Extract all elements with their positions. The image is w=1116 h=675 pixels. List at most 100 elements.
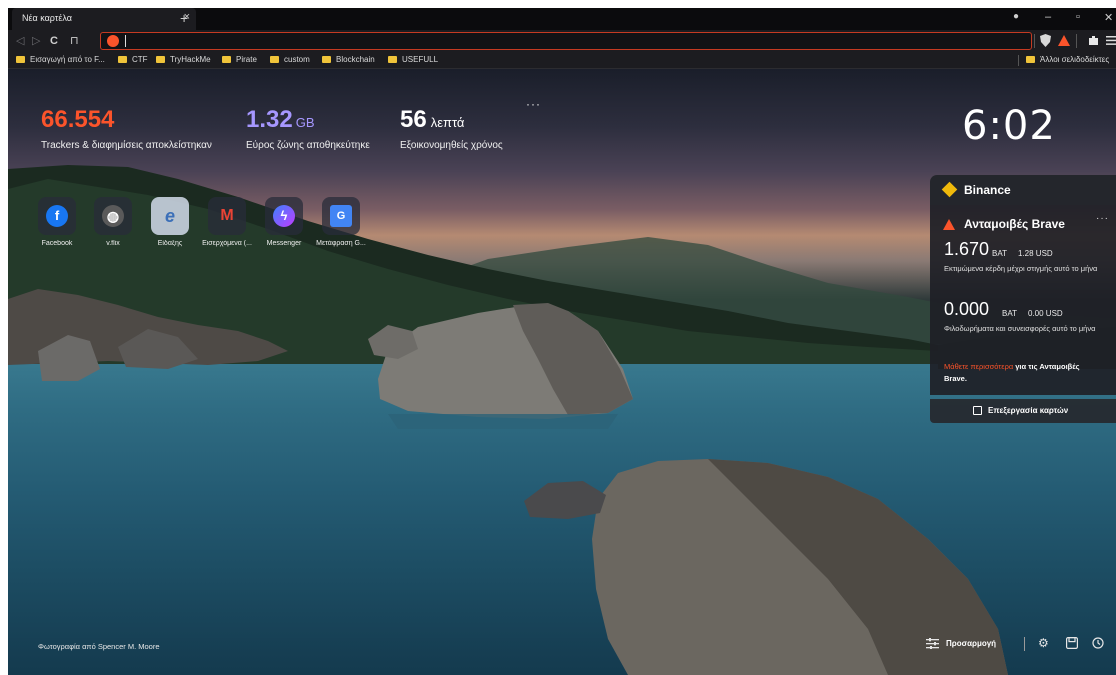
rewards-title: Ανταμοιβές Brave: [964, 217, 1065, 231]
top-site-label: Facebook: [41, 240, 73, 247]
binance-title: Binance: [964, 183, 1011, 197]
brave-lion-icon: [107, 35, 119, 47]
translate-icon: G: [330, 205, 352, 227]
earnings-usd: 1.28 USD: [1018, 249, 1053, 258]
toolbar-divider: [1034, 34, 1035, 48]
top-site-translate[interactable]: G Μετάφραση G...: [312, 197, 370, 247]
bookmark-label: CTF: [132, 55, 148, 64]
bookmarks-bar: Εισαγωγή από το F... CTF TryHackMe Pirat…: [8, 52, 1116, 69]
globe-icon: ◍: [102, 205, 124, 227]
binance-card[interactable]: Binance: [930, 175, 1116, 205]
top-site-messenger[interactable]: ϟ Messenger: [255, 197, 313, 247]
bookmark-folder[interactable]: Blockchain: [322, 55, 375, 64]
title-bar: Νέα καρτέλα × + ● – ▫ ✕: [8, 8, 1116, 30]
bookmark-folder[interactable]: Εισαγωγή από το F...: [16, 55, 105, 64]
tips-description: Φιλοδωρήματα και συνεισφορές αυτό το μήν…: [944, 324, 1096, 333]
top-site-eidaxis[interactable]: e Είδαξης: [141, 197, 199, 247]
tips-usd: 0.00 USD: [1028, 309, 1063, 318]
folder-icon: [222, 56, 231, 63]
gmail-icon: M: [220, 207, 234, 224]
messenger-icon: ϟ: [273, 205, 295, 227]
close-window-button[interactable]: ✕: [1104, 11, 1113, 24]
stats-more-icon[interactable]: ···: [526, 97, 541, 111]
tab-title: Νέα καρτέλα: [22, 13, 72, 23]
binance-logo-icon: [941, 181, 958, 198]
e-logo-icon: e: [164, 206, 175, 226]
top-site-tile[interactable]: f: [38, 197, 76, 235]
top-site-tile[interactable]: M: [208, 197, 246, 235]
earnings-value: 1.670: [944, 239, 990, 259]
reload-button[interactable]: C: [50, 34, 58, 48]
folder-icon: [270, 56, 279, 63]
new-tab-page: 66.554 Trackers & διαφημίσεις αποκλείστη…: [8, 69, 1116, 675]
edit-cards-button[interactable]: Επεξεργασία καρτών: [930, 399, 1116, 423]
time-saved-count: 56 λεπτά: [400, 107, 464, 136]
footer-divider: [1024, 637, 1025, 651]
top-site-label: Εισερχόμενα (...: [202, 240, 252, 247]
bookmark-folder[interactable]: USEFULL: [388, 55, 438, 64]
top-site-label: Είδαξης: [157, 240, 183, 247]
bookmark-folder[interactable]: custom: [270, 55, 310, 64]
time-saved-unit: λεπτά: [430, 115, 465, 130]
gear-icon[interactable]: ⚙: [1038, 635, 1049, 651]
time-saved-label: Εξοικονομηθείς χρόνος: [400, 140, 503, 151]
other-bookmarks-label: Άλλοι σελιδοδείκτες: [1040, 55, 1110, 64]
new-tab-button[interactable]: +: [180, 9, 188, 27]
learn-more-link[interactable]: Μάθετε περισσότερα: [944, 362, 1013, 371]
bookmark-label: custom: [284, 55, 310, 64]
profile-icon[interactable]: ●: [1013, 11, 1019, 22]
bookmark-icon[interactable]: [1066, 637, 1078, 649]
bookmark-label: Pirate: [236, 55, 257, 64]
navigation-toolbar: ◁ ▷ C ⊓: [8, 30, 1116, 52]
brave-rewards-icon: [943, 219, 955, 230]
customize-icon[interactable]: [926, 638, 939, 649]
tab-new-tab[interactable]: Νέα καρτέλα ×: [12, 8, 196, 30]
other-bookmarks-folder[interactable]: Άλλοι σελιδοδείκτες: [1026, 55, 1109, 64]
folder-icon: [16, 56, 25, 63]
folder-icon: [322, 56, 331, 63]
top-site-tile[interactable]: e: [151, 197, 189, 235]
top-site-gmail[interactable]: M Εισερχόμενα (...: [198, 197, 256, 247]
top-site-tile[interactable]: ◍: [94, 197, 132, 235]
address-bar[interactable]: [100, 32, 1032, 50]
photo-credit[interactable]: Φωτογραφία από Spencer M. Moore: [38, 642, 160, 651]
bookmark-page-button[interactable]: ⊓: [70, 34, 79, 48]
menu-icon[interactable]: [1106, 36, 1116, 45]
customize-button[interactable]: Προσαρμογή: [946, 639, 996, 648]
folder-icon: [388, 56, 397, 63]
forward-button[interactable]: ▷: [32, 34, 40, 48]
brave-rewards-card: Ανταμοιβές Brave ··· 1.670 BAT 1.28 USD …: [930, 205, 1116, 395]
top-site-label: Messenger: [266, 240, 302, 247]
rewards-triangle-icon[interactable]: [1058, 35, 1070, 46]
puzzle-icon[interactable]: [1088, 35, 1099, 46]
top-site-label: v.flix: [106, 240, 120, 247]
restore-button[interactable]: ▫: [1076, 11, 1080, 23]
top-site-vflix[interactable]: ◍ v.flix: [84, 197, 142, 247]
trackers-count: 66.554: [41, 107, 114, 133]
bookmark-label: TryHackMe: [170, 55, 211, 64]
minimize-button[interactable]: –: [1045, 11, 1051, 23]
bookmark-folder[interactable]: TryHackMe: [156, 55, 211, 64]
back-button[interactable]: ◁: [16, 34, 24, 48]
time-saved-value: 56: [400, 106, 427, 133]
cards-icon: [973, 406, 982, 415]
text-caret: [125, 35, 126, 47]
rewards-more-icon[interactable]: ···: [1096, 213, 1109, 224]
folder-icon: [156, 56, 165, 63]
top-site-facebook[interactable]: f Facebook: [28, 197, 86, 247]
bookmark-label: USEFULL: [402, 55, 439, 64]
facebook-icon: f: [46, 205, 68, 227]
bookmark-folder[interactable]: CTF: [118, 55, 148, 64]
learn-more-text: Μάθετε περισσότερα για τις Ανταμοιβές Br…: [944, 361, 1104, 385]
bookmark-label: Εισαγωγή από το F...: [30, 55, 105, 64]
folder-icon: [118, 56, 127, 63]
bookmark-folder[interactable]: Pirate: [222, 55, 257, 64]
bandwidth-unit: GB: [295, 115, 315, 130]
top-site-tile[interactable]: ϟ: [265, 197, 303, 235]
edit-cards-label: Επεξεργασία καρτών: [988, 406, 1069, 415]
shield-icon[interactable]: [1040, 34, 1051, 47]
trackers-value: 66.554: [41, 106, 115, 133]
folder-icon: [1026, 56, 1035, 63]
history-icon[interactable]: [1092, 637, 1104, 649]
top-site-tile[interactable]: G: [322, 197, 360, 235]
